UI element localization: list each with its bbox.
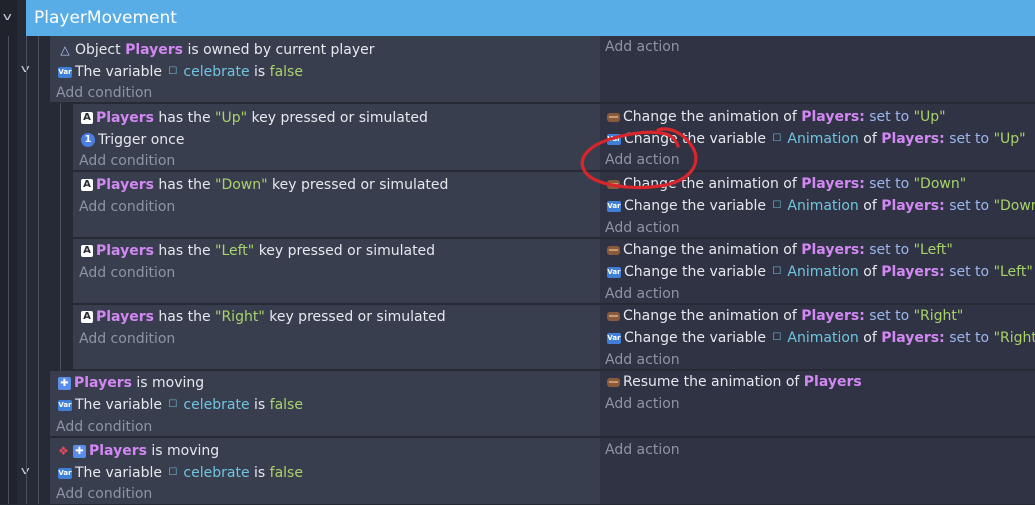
add-condition-link[interactable]: Add condition [79,262,175,284]
keyboard-icon: A [81,179,93,191]
multiplayer-icon: △ [60,42,70,57]
add-action-link[interactable]: Add action [605,217,680,239]
add-action-link[interactable]: Add action [605,36,680,58]
event-conditions[interactable]: △ Object Players is owned by current play… [50,36,600,103]
tree-line [38,36,39,504]
add-condition-link[interactable]: Add condition [56,82,152,104]
event-actions[interactable]: Resume the animation of Players Add acti… [600,371,1035,437]
event-conditions[interactable]: A Players has the "Down" key pressed or s… [73,172,600,238]
action-change-animation[interactable]: Change the animation of Players: set to … [607,305,963,327]
condition-owned[interactable]: △ Object Players is owned by current play… [58,39,374,61]
condition-variable[interactable]: Var The variable ☐ celebrate is false [58,61,303,83]
condition-key-up[interactable]: A Players has the "Up" key pressed or sim… [81,107,428,129]
tree-line [60,103,61,371]
variable-icon: Var [58,399,72,411]
scene-variable-icon: ☐ [168,66,178,77]
variable-icon: Var [607,200,621,212]
condition-variable[interactable]: Var The variable ☐ celebrate is false [58,394,303,416]
variable-icon: Var [607,266,621,278]
scene-variable-icon: ☐ [168,467,178,478]
object-variable-icon: ☐ [772,332,782,343]
action-change-animation[interactable]: Change the animation of Players: set to … [607,239,953,261]
keyboard-icon: A [81,112,93,124]
add-action-link[interactable]: Add action [605,393,680,415]
animation-icon [607,311,620,321]
variable-icon: Var [58,66,72,78]
keyboard-icon: A [81,245,93,257]
condition-trigger-once[interactable]: 1 Trigger once [81,129,184,151]
action-change-variable[interactable]: Var Change the variable ☐ Animation of Pla… [607,261,1033,283]
event-actions[interactable]: Add action [600,36,1035,103]
animation-icon [607,377,620,387]
condition-variable[interactable]: Var The variable ☐ celebrate is false [58,462,303,484]
event-conditions[interactable]: A Players has the "Left" key pressed or s… [73,239,600,304]
add-condition-link[interactable]: Add condition [56,416,152,438]
add-action-link[interactable]: Add action [605,439,680,461]
variable-icon: Var [58,467,72,479]
object-variable-icon: ☐ [772,200,782,211]
tree-line [8,36,9,504]
keyboard-icon: A [81,311,93,323]
event-conditions[interactable]: A Players has the "Right" key pressed or … [73,305,600,370]
add-condition-link[interactable]: Add condition [79,328,175,350]
event-conditions[interactable]: A Players has the "Up" key pressed or sim… [73,104,600,171]
chevron-down-icon[interactable]: v [3,10,12,23]
event-conditions[interactable]: ✚ Players is moving Var The variable ☐ cele… [50,371,600,437]
event-actions[interactable]: Change the animation of Players: set to … [600,239,1035,304]
add-action-link[interactable]: Add action [605,283,680,305]
group-title: PlayerMovement [34,8,177,28]
event-actions[interactable]: Add action [600,438,1035,504]
add-action-link[interactable]: Add action [605,349,680,371]
condition-key-right[interactable]: A Players has the "Right" key pressed or … [81,306,446,328]
movement-icon: ✚ [73,444,86,458]
condition-key-down[interactable]: A Players has the "Down" key pressed or s… [81,174,448,196]
add-condition-link[interactable]: Add condition [79,150,175,172]
condition-key-left[interactable]: A Players has the "Left" key pressed or s… [81,240,435,262]
invert-icon: ❖ [58,444,69,458]
object-variable-icon: ☐ [772,266,782,277]
condition-is-moving[interactable]: ✚ Players is moving [58,372,204,394]
scene-variable-icon: ☐ [168,399,178,410]
condition-not-moving[interactable]: ❖ ✚ Players is moving [58,440,219,462]
group-header[interactable]: PlayerMovement [26,0,1035,36]
event-actions[interactable]: Change the animation of Players: set to … [600,305,1035,370]
trigger-once-icon: 1 [81,133,95,147]
event-conditions[interactable]: ❖ ✚ Players is moving Var The variable ☐ cel… [50,438,600,504]
animation-icon [607,245,620,255]
tree-line [26,36,27,504]
variable-icon: Var [607,332,621,344]
object-variable-icon: ☐ [772,133,782,144]
add-condition-link[interactable]: Add condition [56,483,152,505]
action-resume-animation[interactable]: Resume the animation of Players [607,371,862,393]
annotation-circle [580,127,698,190]
add-condition-link[interactable]: Add condition [79,196,175,218]
movement-icon: ✚ [58,376,71,390]
action-change-variable[interactable]: Var Change the variable ☐ Animation of Pla… [607,327,1035,349]
